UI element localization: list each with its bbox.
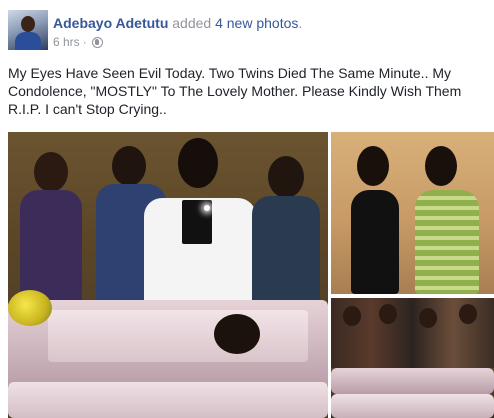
avatar-head-shape bbox=[21, 16, 35, 32]
author-name-link[interactable]: Adebayo Adetutu bbox=[53, 15, 168, 31]
post-text: My Eyes Have Seen Evil Today. Two Twins … bbox=[8, 65, 462, 117]
author-line: Adebayo Adetutu added 4 new photos. bbox=[53, 15, 302, 31]
deceased-figure bbox=[194, 310, 294, 360]
casket-br-2 bbox=[331, 394, 494, 418]
flowers-shape bbox=[8, 290, 52, 326]
mourner-right bbox=[248, 156, 324, 316]
new-photos-link[interactable]: 4 new photos bbox=[215, 15, 298, 31]
photo-grid bbox=[0, 130, 494, 418]
crowd-head-4 bbox=[459, 304, 477, 324]
globe-icon[interactable] bbox=[91, 36, 103, 48]
photo-main-funeral-selfie[interactable] bbox=[8, 132, 328, 418]
twin-left bbox=[345, 146, 405, 294]
photo-twins-standing[interactable] bbox=[331, 132, 494, 294]
crowd-head-1 bbox=[343, 306, 361, 326]
twin-right bbox=[411, 146, 483, 294]
action-suffix: . bbox=[298, 15, 303, 31]
author-avatar[interactable] bbox=[8, 10, 48, 50]
post-meta: 6 hrs · bbox=[53, 35, 103, 49]
phone-flash-shape bbox=[204, 205, 210, 211]
meta-separator: · bbox=[82, 35, 87, 49]
crowd-head-2 bbox=[379, 304, 397, 324]
photo-caskets-crowd[interactable] bbox=[331, 298, 494, 418]
casket-br-1 bbox=[331, 368, 494, 394]
avatar-shirt-shape bbox=[15, 32, 41, 50]
post-header: Adebayo Adetutu added 4 new photos. 6 hr… bbox=[0, 0, 494, 60]
crowd-head-3 bbox=[419, 308, 437, 328]
action-prefix: added bbox=[168, 15, 216, 31]
post-timestamp-link[interactable]: 6 hrs bbox=[53, 35, 80, 49]
casket-back bbox=[8, 382, 328, 418]
